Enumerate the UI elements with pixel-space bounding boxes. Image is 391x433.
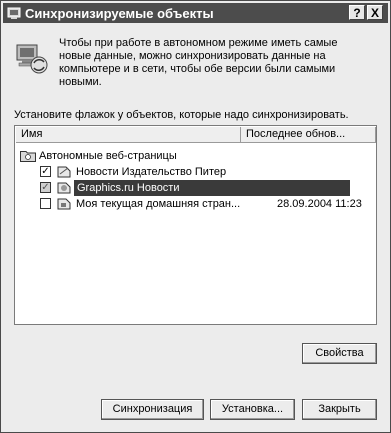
title-bar: Синхронизируемые объекты ? X [3,3,388,23]
column-header-last-updated[interactable]: Последнее обнов... [241,127,376,143]
properties-button[interactable]: Свойства [302,343,377,364]
intro-text: Чтобы при работе в автономном режиме име… [59,37,338,88]
list-item[interactable]: ✓ Graphics.ru Новости [40,180,350,196]
sync-items-list[interactable]: Имя Последнее обнов... Автономные веб-ст… [14,125,377,325]
sync-dialog: Синхронизируемые объекты ? X Чтобы при р… [0,0,391,433]
sync-computers-icon [16,44,48,74]
list-item[interactable]: Моя текущая домашняя стран... 28.09.2004… [40,196,372,212]
window-title: Синхронизируемые объекты [25,6,214,21]
web-page-icon [57,166,71,178]
list-item[interactable]: ✓ Новости Издательство Питер [40,164,360,180]
item-label: Моя текущая домашняя стран... [76,198,241,210]
item-label: Новости Издательство Питер [76,166,227,178]
group-label: Автономные веб-страницы [39,150,177,162]
close-window-button[interactable]: X [367,5,383,20]
help-button[interactable]: ? [349,5,365,20]
home-page-icon [57,198,71,210]
item-label: Graphics.ru Новости [77,182,180,194]
web-page-icon [57,182,71,194]
item-date: 28.09.2004 11:23 [277,198,362,210]
setup-button[interactable]: Установка... [210,399,295,420]
sync-button[interactable]: Синхронизация [101,399,204,420]
close-button[interactable]: Закрыть [302,399,377,420]
sync-window-icon [7,7,21,19]
item-checkbox[interactable]: ✓ [40,182,51,193]
item-checkbox[interactable] [40,198,51,209]
instruction-label: Установите флажок у объектов, которые на… [14,109,349,121]
column-header-name[interactable]: Имя [16,127,241,143]
item-checkbox[interactable]: ✓ [40,166,51,177]
offline-folder-icon [20,151,36,162]
